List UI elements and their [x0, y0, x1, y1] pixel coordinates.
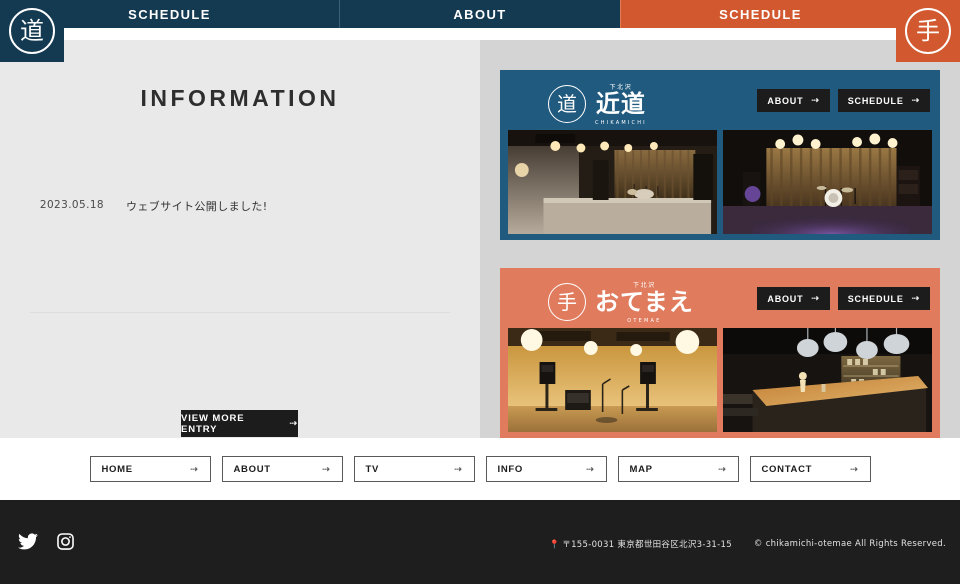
- arrow-right-icon: ⇢: [850, 463, 859, 474]
- global-header: SCHEDULE ABOUT SCHEDULE: [0, 0, 960, 28]
- header-underline: [0, 28, 960, 40]
- information-panel: INFORMATION 2023.05.18 ウェブサイト公開しました! VIE…: [0, 40, 480, 438]
- twitter-icon[interactable]: [18, 533, 38, 555]
- venue-photo-strip: [508, 328, 932, 432]
- arrow-right-icon: ⇢: [289, 418, 298, 428]
- map-pin-icon: 📍: [549, 540, 561, 550]
- footer-nav-home[interactable]: HOME ⇢: [89, 456, 211, 482]
- instagram-icon[interactable]: [56, 532, 75, 556]
- view-more-label: VIEW MORE ENTRY: [181, 412, 245, 435]
- footer-nav-label: MAP: [629, 463, 653, 475]
- footer-nav-label: TV: [365, 463, 380, 475]
- chikamichi-seal-icon: 道: [9, 8, 55, 54]
- social-links: [18, 532, 75, 556]
- nav-label: SCHEDULE: [128, 6, 211, 22]
- arrow-right-icon: ⇢: [190, 463, 199, 474]
- chikamichi-about-button[interactable]: ABOUT ⇢: [757, 89, 830, 112]
- address-line: 📍 〒155-0031 東京都世田谷区北沢3-31-15: [549, 538, 732, 550]
- chikamichi-schedule-button[interactable]: SCHEDULE ⇢: [837, 89, 930, 112]
- main-content: INFORMATION 2023.05.18 ウェブサイト公開しました! VIE…: [0, 28, 960, 438]
- venue-photo[interactable]: [723, 328, 932, 432]
- footer-nav-label: ABOUT: [233, 463, 271, 475]
- arrow-right-icon: ⇢: [811, 293, 820, 303]
- page-title: INFORMATION: [140, 85, 340, 111]
- news-list: 2023.05.18 ウェブサイト公開しました!: [0, 192, 480, 220]
- venue-card-actions: ABOUT ⇢ SCHEDULE ⇢: [757, 287, 930, 310]
- venue-photo[interactable]: [508, 130, 717, 234]
- venue-card-otemae[interactable]: 手 下北沢 おてまえ OTEMAE ABOUT ⇢ SCHEDULE ⇢: [500, 268, 940, 438]
- nav-item-chikamichi-about[interactable]: ABOUT: [340, 0, 620, 28]
- news-date: 2023.05.18: [39, 199, 104, 211]
- footer-nav-contact[interactable]: CONTACT ⇢: [749, 456, 871, 482]
- address-text: 〒155-0031 東京都世田谷区北沢3-31-15: [562, 540, 732, 550]
- venue-photo[interactable]: [508, 328, 717, 432]
- venue-card-actions: ABOUT ⇢ SCHEDULE ⇢: [757, 89, 930, 112]
- footer-nav-label: CONTACT: [761, 463, 813, 475]
- news-title: ウェブサイト公開しました!: [126, 200, 268, 213]
- arrow-right-icon: ⇢: [911, 293, 920, 303]
- otemae-seal-icon: 手: [905, 8, 951, 54]
- nav-item-otemae-schedule[interactable]: SCHEDULE: [620, 0, 900, 28]
- venue-name-romaji: OTEMAE: [627, 317, 662, 324]
- footer-nav: HOME ⇢ ABOUT ⇢ TV ⇢ INFO ⇢ MAP ⇢ CONTACT…: [0, 438, 960, 500]
- arrow-right-icon: ⇢: [586, 463, 595, 474]
- venue-name-ja: 近道: [595, 90, 646, 119]
- otemae-schedule-button[interactable]: SCHEDULE ⇢: [837, 287, 930, 310]
- footer-meta: 📍 〒155-0031 東京都世田谷区北沢3-31-15 © chikamichi…: [549, 538, 946, 550]
- nav-label: SCHEDULE: [719, 6, 802, 22]
- arrow-right-icon: ⇢: [911, 95, 920, 105]
- footer-nav-about[interactable]: ABOUT ⇢: [221, 456, 343, 482]
- view-more-entry-button[interactable]: VIEW MORE ENTRY ⇢: [181, 410, 298, 437]
- venue-card-header: 手 下北沢 おてまえ OTEMAE ABOUT ⇢ SCHEDULE ⇢: [508, 276, 932, 328]
- arrow-right-icon: ⇢: [454, 463, 463, 474]
- divider: [30, 312, 450, 313]
- site-footer: 📍 〒155-0031 東京都世田谷区北沢3-31-15 © chikamichi…: [0, 500, 960, 584]
- button-label: ABOUT: [767, 95, 804, 106]
- venue-name-romaji: CHIKAMICHI: [595, 119, 647, 126]
- chikamichi-seal-icon: 道: [548, 85, 586, 123]
- button-label: SCHEDULE: [847, 95, 904, 106]
- venue-card-header: 道 下北沢 近道 CHIKAMICHI ABOUT ⇢ SCHEDULE ⇢: [508, 78, 932, 130]
- button-label: SCHEDULE: [847, 293, 904, 304]
- nav-label: ABOUT: [453, 6, 507, 22]
- arrow-right-icon: ⇢: [718, 463, 727, 474]
- footer-nav-info[interactable]: INFO ⇢: [485, 456, 607, 482]
- chikamichi-logo: 道 下北沢 近道 CHIKAMICHI: [548, 82, 647, 126]
- footer-nav-label: HOME: [101, 463, 133, 475]
- list-item[interactable]: 2023.05.18 ウェブサイト公開しました!: [0, 192, 480, 220]
- venue-card-chikamichi[interactable]: 道 下北沢 近道 CHIKAMICHI ABOUT ⇢ SCHEDULE ⇢: [500, 70, 940, 240]
- venue-photo[interactable]: [723, 130, 932, 234]
- footer-nav-tv[interactable]: TV ⇢: [353, 456, 475, 482]
- otemae-seal-icon: 手: [548, 283, 586, 321]
- brand-badge-chikamichi[interactable]: 道: [0, 0, 64, 62]
- otemae-logo: 手 下北沢 おてまえ OTEMAE: [548, 280, 694, 324]
- footer-nav-label: INFO: [497, 463, 523, 475]
- button-label: ABOUT: [767, 293, 804, 304]
- copyright: © chikamichi-otemae All Rights Reserved.: [753, 539, 946, 549]
- arrow-right-icon: ⇢: [322, 463, 331, 474]
- venue-photo-strip: [508, 130, 932, 234]
- arrow-right-icon: ⇢: [811, 95, 820, 105]
- brand-badge-otemae[interactable]: 手: [896, 0, 960, 62]
- otemae-about-button[interactable]: ABOUT ⇢: [757, 287, 830, 310]
- venues-panel: 道 下北沢 近道 CHIKAMICHI ABOUT ⇢ SCHEDULE ⇢ 手…: [480, 40, 960, 438]
- footer-nav-map[interactable]: MAP ⇢: [617, 456, 739, 482]
- venue-name-ja: おてまえ: [595, 288, 694, 317]
